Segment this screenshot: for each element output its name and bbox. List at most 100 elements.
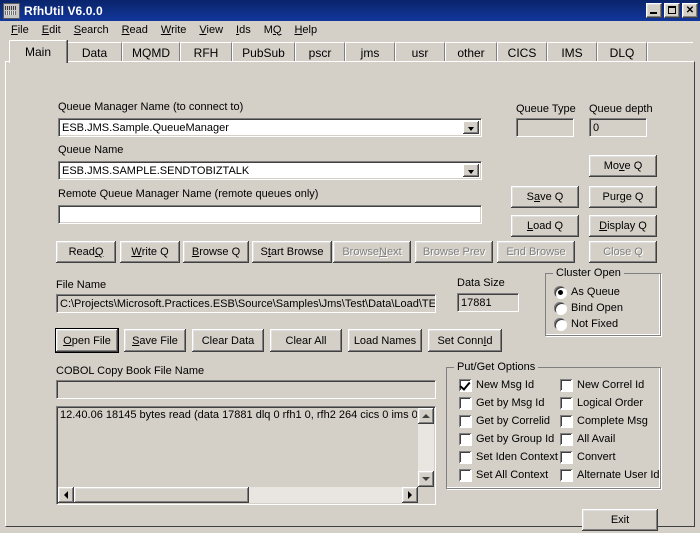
tab-page-main: Queue Manager Name (to connect to) ESB.J…: [5, 61, 695, 531]
checkbox-icon: [459, 415, 471, 427]
queue-manager-combo[interactable]: ESB.JMS.Sample.QueueManager: [58, 118, 482, 137]
load-names-button[interactable]: Load Names: [348, 329, 422, 352]
tab-dlq[interactable]: DLQ: [597, 42, 647, 62]
browse-q-button[interactable]: Browse Q: [183, 241, 249, 263]
tab-label: pscr: [308, 45, 332, 60]
checkbox-icon: [459, 469, 471, 481]
radio-as-queue[interactable]: As Queue: [554, 286, 620, 298]
menu-read[interactable]: Read: [116, 23, 155, 37]
menu-edit[interactable]: Edit: [36, 23, 68, 37]
checkbox-set-all-context[interactable]: Set All Context: [459, 469, 548, 481]
radio-dot-icon: [554, 302, 566, 314]
horizontal-scroll-thumb[interactable]: [74, 487, 249, 503]
maximize-button[interactable]: [664, 3, 680, 18]
clear-data-button[interactable]: Clear Data: [192, 329, 264, 352]
menu-write[interactable]: Write: [155, 23, 193, 37]
message-log-box[interactable]: 12.40.06 18145 bytes read (data 17881 dl…: [56, 406, 436, 505]
cobol-input[interactable]: [56, 380, 436, 399]
checkbox-icon: [560, 433, 572, 445]
tab-mqmd[interactable]: MQMD: [122, 42, 180, 62]
checkbox-new-msg-id[interactable]: New Msg Id: [459, 379, 534, 391]
queue-manager-value: ESB.JMS.Sample.QueueManager: [62, 121, 229, 134]
checkbox-label: All Avail: [577, 433, 616, 445]
radio-dot-icon: [554, 318, 566, 330]
file-name-input[interactable]: C:\Projects\Microsoft.Practices.ESB\Sour…: [56, 294, 436, 313]
checkbox-new-correl-id[interactable]: New Correl Id: [560, 379, 644, 391]
minimize-button[interactable]: [646, 3, 662, 18]
tab-cics[interactable]: CICS: [497, 42, 547, 62]
checkbox-icon: [459, 451, 471, 463]
queue-name-label: Queue Name: [58, 144, 124, 156]
save-file-button[interactable]: Save File: [124, 329, 186, 352]
checkbox-convert[interactable]: Convert: [560, 451, 616, 463]
tab-usr[interactable]: usr: [395, 42, 445, 62]
menu-mq[interactable]: MQ: [258, 23, 289, 37]
scroll-right-icon[interactable]: [402, 487, 418, 503]
menu-file[interactable]: File: [5, 23, 36, 37]
checkbox-complete-msg[interactable]: Complete Msg: [560, 415, 648, 427]
end-browse-button[interactable]: End Browse: [497, 241, 575, 263]
app-icon: [3, 2, 20, 19]
menu-help[interactable]: Help: [288, 23, 324, 37]
read-q-button[interactable]: Read Q: [56, 241, 116, 263]
scroll-up-icon[interactable]: [418, 408, 434, 424]
checkbox-alternate-user-id[interactable]: Alternate User Id: [560, 469, 660, 481]
move-q-button[interactable]: Mo v e Q: [589, 155, 657, 177]
checkbox-set-iden-context[interactable]: Set Iden Context: [459, 451, 558, 463]
window-controls: ✕: [646, 3, 698, 18]
log-vertical-scrollbar[interactable]: [418, 408, 434, 487]
tab-data[interactable]: Data: [67, 42, 122, 62]
save-q-button[interactable]: Sa ve Q: [511, 186, 579, 208]
write-q-button[interactable]: Write Q: [120, 241, 180, 263]
tab-main[interactable]: Main: [9, 40, 67, 63]
cobol-label: COBOL Copy Book File Name: [56, 365, 205, 377]
checkbox-all-avail[interactable]: All Avail: [560, 433, 615, 445]
tab-label: DLQ: [609, 45, 635, 60]
scroll-down-icon[interactable]: [418, 471, 434, 487]
checkbox-label: Alternate User Id: [577, 469, 660, 481]
remote-qm-input[interactable]: [58, 205, 482, 224]
close-button[interactable]: ✕: [682, 3, 698, 18]
tab-other[interactable]: other: [445, 42, 497, 62]
tab-label: RFH: [193, 45, 219, 60]
checkbox-get-by-msg-id[interactable]: Get by Msg Id: [459, 397, 544, 409]
checkbox-label: New Msg Id: [476, 379, 535, 391]
exit-button[interactable]: Exit: [582, 509, 658, 531]
tab-label: MQMD: [132, 45, 170, 60]
window-title: RfhUtil V6.0.0: [24, 3, 103, 18]
menu-ids[interactable]: Ids: [230, 23, 258, 37]
menu-view[interactable]: View: [193, 23, 230, 37]
checkbox-get-by-group-id[interactable]: Get by Group Id: [459, 433, 554, 445]
log-horizontal-scrollbar[interactable]: [58, 487, 418, 503]
tab-jms[interactable]: jms: [345, 42, 395, 62]
set-conn-id-button[interactable]: Set Conn Id: [428, 329, 502, 352]
checkbox-get-by-correlid[interactable]: Get by Correlid: [459, 415, 550, 427]
checkbox-icon: [560, 415, 572, 427]
menu-search[interactable]: Search: [68, 23, 116, 37]
checkbox-logical-order[interactable]: Logical Order: [560, 397, 643, 409]
display-q-button[interactable]: Display Q: [589, 215, 657, 237]
browse-prev-button[interactable]: Browse Prev: [415, 241, 493, 263]
checkbox-label: Get by Correlid: [476, 415, 550, 427]
tab-pscr[interactable]: pscr: [295, 42, 345, 62]
purge-q-button[interactable]: Pur g e Q: [589, 186, 657, 208]
queue-depth-value: 0: [589, 118, 647, 137]
radio-not-fixed[interactable]: Not Fixed: [554, 318, 618, 330]
radio-bind-open[interactable]: Bind Open: [554, 302, 623, 314]
chevron-down-icon[interactable]: [463, 164, 479, 177]
queue-name-combo[interactable]: ESB.JMS.SAMPLE.SENDTOBIZTALK: [58, 161, 482, 180]
start-browse-button[interactable]: St art Browse: [252, 241, 332, 263]
checkbox-label: Logical Order: [577, 397, 644, 409]
load-q-button[interactable]: Load Q: [511, 215, 579, 237]
browse-next-button[interactable]: Browse Next: [333, 241, 411, 263]
tab-rfh[interactable]: RFH: [180, 42, 232, 62]
tab-label: CICS: [507, 45, 537, 60]
chevron-down-icon[interactable]: [463, 121, 479, 134]
tab-ims[interactable]: IMS: [547, 42, 597, 62]
clear-all-button[interactable]: Clear All: [270, 329, 342, 352]
scroll-left-icon[interactable]: [58, 487, 74, 503]
tab-pubsub[interactable]: PubSub: [232, 42, 295, 62]
checkbox-label: Get by Group Id: [476, 433, 555, 445]
close-q-button[interactable]: Close Q: [589, 241, 657, 263]
open-file-button[interactable]: Open File: [56, 329, 118, 352]
